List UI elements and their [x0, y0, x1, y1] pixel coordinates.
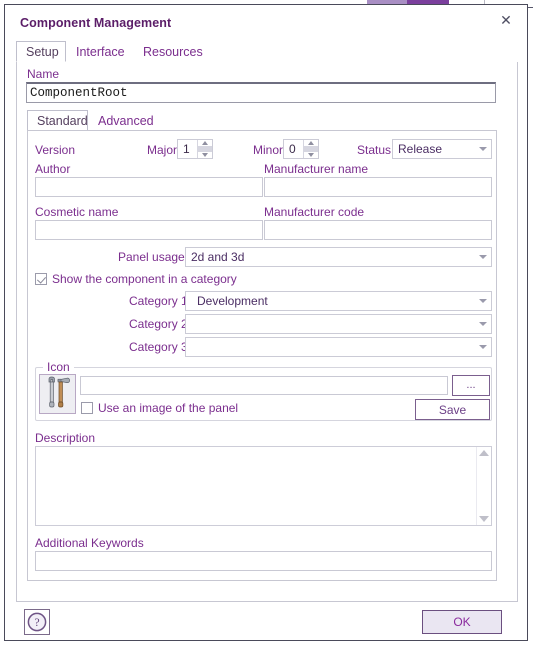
svg-text:?: ? — [34, 617, 39, 629]
category-1-value: Development — [197, 294, 268, 308]
category-3-dropdown[interactable] — [185, 337, 492, 357]
category-1-dropdown[interactable]: Development — [185, 291, 492, 311]
scroll-up-icon[interactable] — [479, 450, 489, 456]
status-label: Status — [357, 143, 392, 157]
component-management-dialog: Component Management ✕ Setup Interface R… — [4, 4, 528, 641]
description-field-container — [35, 446, 492, 526]
tab-advanced[interactable]: Advanced — [89, 110, 157, 131]
scroll-down-icon[interactable] — [479, 516, 489, 522]
chevron-down-icon — [475, 322, 491, 326]
checkbox-box-icon — [81, 402, 93, 414]
tab-interface[interactable]: Interface — [67, 41, 131, 62]
manufacturer-name-label: Manufacturer name — [264, 162, 369, 176]
category-1-label: Category 1 — [129, 294, 188, 308]
description-scrollbar[interactable] — [476, 447, 491, 525]
tab-setup[interactable]: Setup — [16, 41, 66, 62]
close-icon[interactable]: ✕ — [493, 8, 519, 32]
status-dropdown[interactable]: Release — [392, 139, 492, 159]
outer-tab-strip: Setup Interface Resources — [16, 41, 518, 63]
chevron-down-icon[interactable] — [198, 152, 212, 158]
show-component-in-category-checkbox[interactable]: Show the component in a category — [35, 272, 237, 286]
manufacturer-name-input[interactable] — [264, 177, 492, 197]
name-input[interactable] — [26, 82, 496, 103]
use-panel-image-label: Use an image of the panel — [98, 401, 239, 415]
chevron-down-icon — [475, 147, 491, 151]
icon-browse-button[interactable]: ... — [452, 375, 490, 396]
manufacturer-code-label: Manufacturer code — [264, 205, 365, 219]
chevron-down-icon — [475, 299, 491, 303]
use-panel-image-checkbox[interactable]: Use an image of the panel — [81, 401, 238, 415]
minor-label: Minor — [253, 143, 284, 157]
cosmetic-name-label: Cosmetic name — [35, 205, 119, 219]
name-label: Name — [27, 67, 60, 81]
description-textarea[interactable] — [36, 447, 476, 525]
save-button[interactable]: Save — [415, 399, 490, 420]
author-input[interactable] — [35, 177, 263, 197]
chevron-down-icon[interactable] — [304, 152, 318, 158]
minor-version-arrows[interactable] — [303, 140, 318, 158]
major-version-arrows[interactable] — [197, 140, 212, 158]
major-version-value: 1 — [183, 142, 190, 156]
dialog-title-bar: Component Management ✕ — [5, 5, 527, 39]
version-label: Version — [35, 143, 76, 157]
checkbox-check-icon — [35, 273, 47, 285]
tools-wrench-hammer-icon[interactable] — [39, 374, 76, 414]
inner-tab-strip: Standard Advanced — [27, 110, 497, 131]
tab-resources[interactable]: Resources — [134, 41, 210, 62]
chevron-down-icon — [475, 255, 491, 259]
panel-usage-value: 2d and 3d — [191, 250, 245, 264]
additional-keywords-input[interactable] — [35, 551, 492, 571]
category-2-label: Category 2 — [129, 317, 188, 331]
cosmetic-name-input[interactable] — [35, 220, 263, 240]
icon-path-input[interactable] — [80, 376, 448, 395]
category-3-label: Category 3 — [129, 340, 188, 354]
major-version-stepper[interactable]: 1 — [177, 139, 213, 159]
minor-version-value: 0 — [289, 142, 296, 156]
ok-button[interactable]: OK — [422, 610, 502, 634]
icon-group-title: Icon — [43, 360, 74, 374]
category-2-dropdown[interactable] — [185, 314, 492, 334]
author-label: Author — [35, 162, 71, 176]
status-dropdown-value: Release — [398, 142, 443, 156]
description-label: Description — [35, 431, 96, 445]
panel-usage-label: Panel usage: — [118, 250, 189, 264]
major-label: Major — [147, 143, 178, 157]
additional-keywords-label: Additional Keywords — [35, 536, 144, 550]
tab-standard[interactable]: Standard — [27, 110, 88, 131]
page-title: Component Management — [20, 16, 172, 30]
panel-usage-dropdown[interactable]: 2d and 3d — [185, 247, 492, 267]
manufacturer-code-input[interactable] — [264, 220, 492, 240]
question-mark-circle-icon[interactable]: ? — [24, 609, 50, 635]
minor-version-stepper[interactable]: 0 — [283, 139, 319, 159]
chevron-down-icon — [475, 345, 491, 349]
show-component-in-category-label: Show the component in a category — [52, 272, 237, 286]
